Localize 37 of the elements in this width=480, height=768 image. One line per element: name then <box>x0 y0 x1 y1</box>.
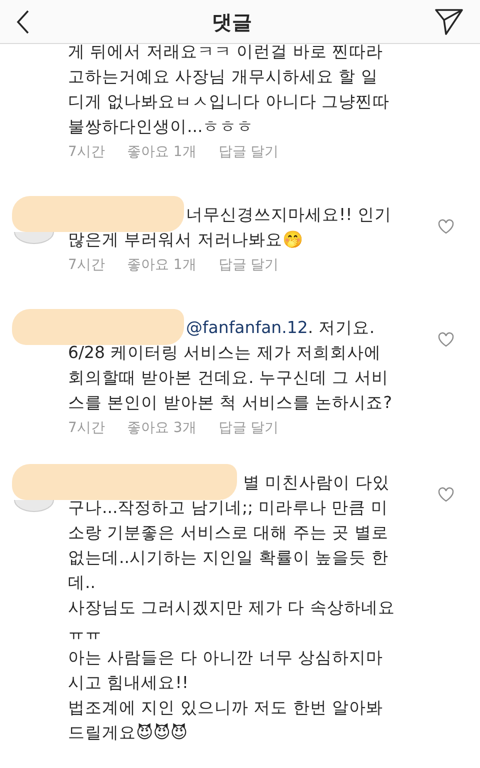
comment-text: 사장님도 그러시겠지만 제가 다 속상하네요 <box>68 597 395 619</box>
comment-text: 많은게 부러워서 저러나봐요🤭 <box>68 229 304 251</box>
reply-link[interactable]: 답글 달기 <box>218 418 279 438</box>
timestamp: 7시간 <box>68 419 105 438</box>
heart-icon[interactable] <box>438 219 454 234</box>
heart-icon[interactable] <box>438 332 454 348</box>
comment-text: 게 뒤에서 저래요ㅋㅋ 이런걸 바로 찐따라 <box>68 44 384 63</box>
comment-text: 아는 사람들은 다 아니깐 너무 상심하지마 <box>68 647 384 669</box>
comment-text: 디게 없나봐요ㅂㅅ입니다 아니다 그냥찐따 <box>68 91 390 113</box>
timestamp: 7시간 <box>68 143 105 162</box>
comment-text: 회의할때 받아본 건데요. 누구신데 그 서비 <box>68 367 388 389</box>
comment-text: 별 미친사람이 다있 <box>243 472 390 494</box>
reply-link[interactable]: 답글 달기 <box>218 142 279 162</box>
timestamp: 7시간 <box>68 256 105 275</box>
comment-text: ㅠㅠ <box>68 622 102 644</box>
comment-text: 없는데..시기하는 지인일 확률이 높을듯 한 <box>68 547 388 569</box>
comment-text: 법조계에 지인 있으니까 저도 한번 알아봐 <box>68 697 384 719</box>
comment-text: 6/28 케이터링 서비스는 제가 저희회사에 <box>68 342 382 364</box>
send-icon[interactable] <box>434 8 464 36</box>
like-count[interactable]: 좋아요 1개 <box>126 255 196 275</box>
like-count[interactable]: 좋아요 1개 <box>126 142 196 162</box>
reply-link[interactable]: 답글 달기 <box>218 255 279 275</box>
mention-link[interactable]: @fanfanfan.12 <box>186 318 308 337</box>
like-count[interactable]: 좋아요 3개 <box>126 418 196 438</box>
comment-text: 고하는거예요 사장님 개무시하세요 할 일 <box>68 66 378 88</box>
page-title: 댓글 <box>212 8 252 36</box>
heart-icon[interactable] <box>438 487 454 502</box>
back-icon[interactable] <box>16 10 30 34</box>
comment-text: 데.. <box>68 572 96 594</box>
comment-text: . 저기요. <box>308 318 375 337</box>
comment-text: 너무신경쓰지마세요!! 인기 <box>186 204 392 226</box>
comment-text: 소랑 기분좋은 서비스로 대해 주는 곳 별로 <box>68 522 388 544</box>
comment-text: 드릴게요😈😈😈 <box>68 722 188 744</box>
comment-text: 불쌍하다인생이...ㅎㅎㅎ <box>68 116 254 138</box>
comment-text: 구나...작정하고 남기네;; 미라루나 만큼 미 <box>68 497 388 519</box>
comment-text: 시고 힘내세요!! <box>68 672 188 694</box>
comment-text: 스를 본인이 받아본 척 서비스를 논하시죠? <box>68 392 392 414</box>
